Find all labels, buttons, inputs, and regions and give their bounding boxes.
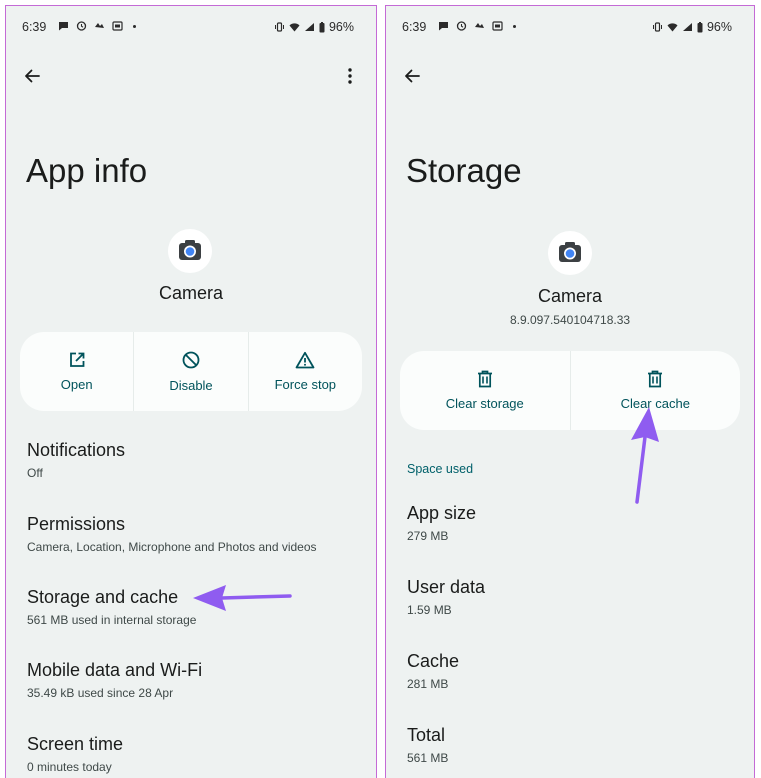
back-arrow-icon[interactable] xyxy=(20,64,44,88)
app-notification-icon xyxy=(95,23,104,28)
app-name: Camera xyxy=(158,283,224,303)
notification-icons xyxy=(58,21,136,31)
notification-icons xyxy=(438,21,516,31)
status-time: 6:39 xyxy=(22,20,47,34)
disable-icon xyxy=(182,351,200,369)
system-icons: 96% xyxy=(274,20,354,34)
status-bar: 6:39 96% xyxy=(22,20,354,36)
permissions-title: Permissions xyxy=(27,514,126,534)
total-title: Total xyxy=(407,725,446,745)
open-external-icon xyxy=(69,352,85,367)
signal-icon xyxy=(682,23,692,31)
status-bar: 6:39 96% xyxy=(402,20,732,36)
sim-card-icon xyxy=(492,21,503,31)
wifi-icon xyxy=(289,23,300,32)
trash-icon xyxy=(648,370,663,388)
screen-time-subtitle: 0 minutes today xyxy=(27,760,112,774)
camera-icon xyxy=(559,242,581,262)
sim-card-icon xyxy=(112,21,123,31)
permissions-subtitle: Camera, Location, Microphone and Photos … xyxy=(27,540,317,554)
open-label: Open xyxy=(60,377,93,392)
open-button[interactable]: Open xyxy=(20,332,133,411)
page-title: Storage xyxy=(406,152,522,189)
disable-button[interactable]: Disable xyxy=(133,332,247,411)
disable-label: Disable xyxy=(169,378,213,393)
camera-app-icon xyxy=(548,231,592,275)
battery-icon xyxy=(319,21,325,32)
app-name: Camera xyxy=(537,286,603,306)
app-notification-icon xyxy=(475,23,484,28)
force-stop-button[interactable]: Force stop xyxy=(247,332,362,411)
app-size-title: App size xyxy=(407,503,477,523)
battery-percentage: 96% xyxy=(328,20,354,34)
user-data-title: User data xyxy=(407,577,486,597)
cache-value: 281 MB xyxy=(407,677,449,691)
cache-title: Cache xyxy=(407,651,460,671)
vibrate-icon xyxy=(652,22,662,32)
clear-cache-button[interactable]: Clear cache xyxy=(569,351,741,430)
total-value: 561 MB xyxy=(407,751,449,765)
chat-bubble-icon xyxy=(439,22,448,31)
warning-triangle-icon xyxy=(295,351,315,369)
notifications-item[interactable]: Notifications Off xyxy=(27,440,366,480)
clear-storage-button[interactable]: Clear storage xyxy=(400,351,570,430)
camera-icon xyxy=(179,240,201,260)
mobile-data-wifi-title: Mobile data and Wi-Fi xyxy=(27,660,203,680)
battery-percentage: 96% xyxy=(706,20,732,34)
screen-time-title: Screen time xyxy=(27,734,124,754)
more-notifications-dot-icon xyxy=(133,24,136,28)
app-size-item: App size 279 MB xyxy=(407,503,744,543)
signal-icon xyxy=(304,23,314,31)
storage-actions-card: Clear storage Clear cache xyxy=(400,351,740,430)
app-size-value: 279 MB xyxy=(407,529,449,543)
user-data-value: 1.59 MB xyxy=(407,603,452,617)
system-icons: 96% xyxy=(652,20,732,34)
more-options-icon[interactable] xyxy=(338,64,362,88)
app-info-screen: 6:39 96% App info Camera Open Disable Fo… xyxy=(5,5,377,778)
more-notifications-dot-icon xyxy=(513,24,516,28)
wifi-icon xyxy=(667,23,678,32)
mobile-data-wifi-subtitle: 35.49 kB used since 28 Apr xyxy=(27,686,174,700)
camera-app-icon xyxy=(168,229,212,273)
storage-screen: 6:39 96% Storage Camera 8.9.097.54010471… xyxy=(385,5,755,778)
notifications-subtitle: Off xyxy=(27,466,43,480)
force-stop-label: Force stop xyxy=(274,377,337,392)
page-title: App info xyxy=(26,152,148,189)
status-time: 6:39 xyxy=(402,20,427,34)
app-version: 8.9.097.540104718.33 xyxy=(509,313,631,327)
app-actions-card: Open Disable Force stop xyxy=(20,332,362,411)
clear-storage-label: Clear storage xyxy=(445,396,524,411)
mobile-data-wifi-item[interactable]: Mobile data and Wi-Fi 35.49 kB used sinc… xyxy=(27,660,366,700)
storage-and-cache-item[interactable]: Storage and cache 561 MB used in interna… xyxy=(27,587,366,627)
cache-item: Cache 281 MB xyxy=(407,651,744,691)
user-data-item: User data 1.59 MB xyxy=(407,577,744,617)
vibrate-icon xyxy=(274,22,284,32)
clock-icon xyxy=(456,21,467,31)
storage-and-cache-title: Storage and cache xyxy=(27,587,179,607)
battery-icon xyxy=(697,21,703,32)
clear-cache-label: Clear cache xyxy=(620,396,690,411)
permissions-item[interactable]: Permissions Camera, Location, Microphone… xyxy=(27,514,366,554)
trash-icon xyxy=(477,370,492,388)
storage-and-cache-subtitle: 561 MB used in internal storage xyxy=(27,613,197,627)
space-used-section-label: Space used xyxy=(407,462,474,476)
back-arrow-icon[interactable] xyxy=(400,64,424,88)
screen-time-item[interactable]: Screen time 0 minutes today xyxy=(27,734,366,774)
total-item: Total 561 MB xyxy=(407,725,744,765)
notifications-title: Notifications xyxy=(27,440,126,460)
clock-icon xyxy=(76,21,87,31)
chat-bubble-icon xyxy=(59,22,68,31)
